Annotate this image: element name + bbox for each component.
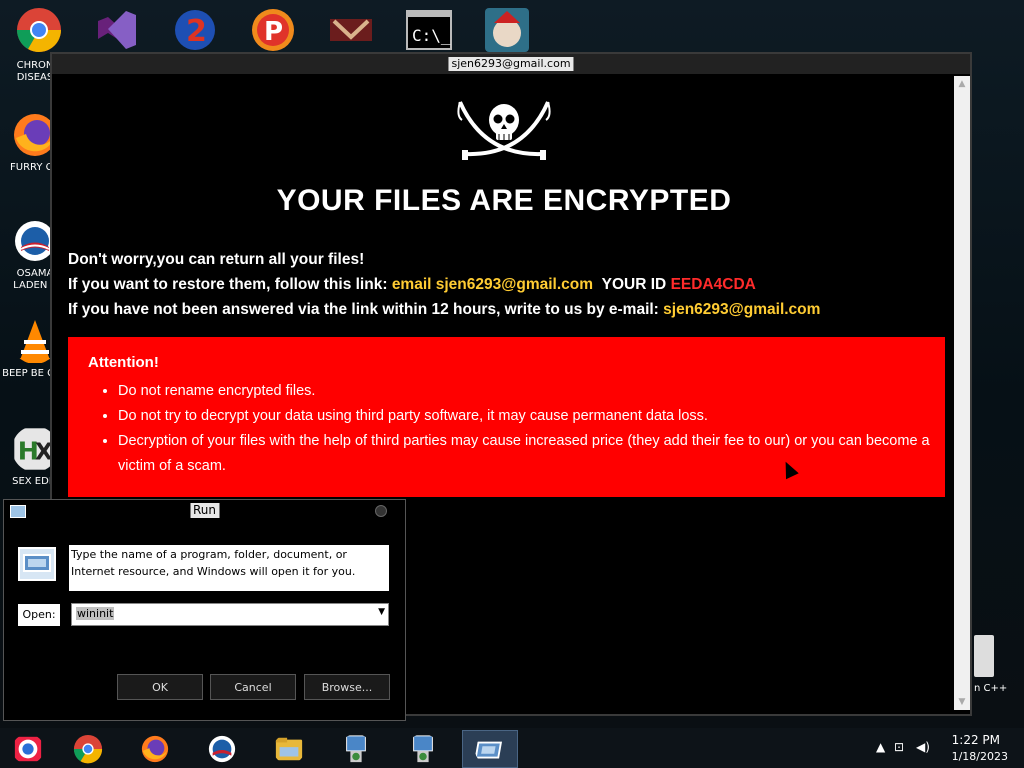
contact-email-link[interactable]: email sjen6293@gmail.com [392,276,593,293]
desktop-icon-label: CHRON DISEAS [16,60,54,83]
taskbar-item-chrome[interactable] [60,730,116,768]
game-icon-p[interactable]: P [250,7,296,53]
message-line-1: Don't worry,you can return all your file… [68,251,365,268]
desktop-icon-label: n C++ [974,683,1008,694]
open-input[interactable]: wininit ▼ [71,603,389,626]
folder-icon [275,737,303,761]
id-label: YOUR ID [601,276,671,293]
svg-text:2: 2 [186,14,207,49]
installer-icon [413,735,433,763]
game-icon-2[interactable]: 2 [172,7,218,53]
svg-text:C:\_: C:\_ [412,26,451,45]
taskbar-item-installer-2[interactable] [395,730,451,768]
firefox-icon [141,735,169,763]
window-title: sjen6293@gmail.com [448,57,574,71]
backup-email: sjen6293@gmail.com [663,301,821,318]
message-line-3: If you have not been answered via the li… [68,301,820,319]
open-label: Open: [18,604,60,626]
taskbar-item-run[interactable] [462,730,518,768]
headline: YOUR FILES ARE ENCRYPTED [276,184,732,217]
cancel-button[interactable]: Cancel [210,674,296,700]
message-line-2-prefix: If you want to restore them, follow this… [68,276,392,293]
attention-item: Do not try to decrypt your data using th… [118,404,948,429]
papers-please-icon[interactable] [328,7,374,53]
message-line-3-prefix: If you have not been answered via the li… [68,301,664,318]
attention-title: Attention! [88,354,159,371]
chrome-icon [14,736,42,762]
game-icon-santa[interactable] [484,7,530,53]
show-hidden-icons-icon[interactable]: ▲ [876,740,885,754]
run-dialog: Run Type the name of a program, folder, … [3,499,406,721]
window-titlebar[interactable]: sjen6293@gmail.com [52,54,970,74]
run-app-icon [18,547,56,581]
clock-time[interactable]: 1:22 PM [952,733,1000,747]
scroll-up-icon[interactable]: ▲ [954,76,970,92]
chrome-icon [73,734,103,764]
run-system-icon [10,505,26,518]
message-line-2: If you want to restore them, follow this… [68,276,756,294]
obama-logo-icon [208,735,236,763]
run-icon [475,741,503,759]
run-title: Run [189,503,220,518]
browse-button[interactable]: Browse... [304,674,390,700]
system-tray: ▲ ⊡ ◀) 1:22 PM 1/18/2023 [864,728,1024,768]
taskbar-item-file-explorer[interactable] [261,730,317,768]
attention-item: Decryption of your files with the help o… [118,429,948,479]
taskbar-item-firefox[interactable] [127,730,183,768]
ok-button[interactable]: OK [117,674,203,700]
vertical-scrollbar[interactable]: ▲ ▼ [954,76,970,710]
clock-date[interactable]: 1/18/2023 [952,750,1008,763]
recycle-bin-icon[interactable] [974,635,994,677]
volume-icon[interactable]: ◀) [916,740,930,754]
close-icon[interactable] [375,505,387,517]
attention-item: Do not rename encrypted files. [118,379,948,404]
taskbar: ▲ ⊡ ◀) 1:22 PM 1/18/2023 [0,728,1024,768]
attention-list: Do not rename encrypted files. Do not tr… [88,379,948,479]
open-input-value: wininit [76,607,115,620]
attention-box: Attention! Do not rename encrypted files… [68,337,945,497]
chevron-down-icon[interactable]: ▼ [378,607,385,617]
taskbar-item-chrome-remote[interactable] [0,730,56,768]
svg-text:P: P [264,17,283,47]
installer-icon [346,735,366,763]
victim-id: EEDA4CDA [670,276,756,293]
visual-studio-icon[interactable] [94,7,140,53]
taskbar-item-obama[interactable] [194,730,250,768]
network-icon[interactable]: ⊡ [894,740,904,754]
scroll-down-icon[interactable]: ▼ [954,694,970,710]
command-prompt-icon[interactable]: C:\_ [406,7,452,53]
run-description: Type the name of a program, folder, docu… [69,545,389,591]
taskbar-item-installer-1[interactable] [328,730,384,768]
run-titlebar[interactable]: Run [4,500,405,522]
skull-crossed-swords-icon [457,101,551,160]
